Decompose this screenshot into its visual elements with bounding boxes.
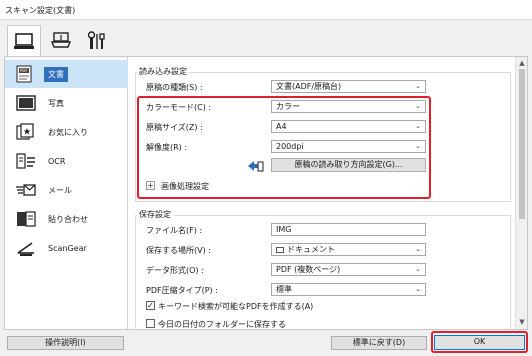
chevron-down-icon: ⌄	[415, 285, 421, 293]
color-mode-select[interactable]: カラー ⌄	[271, 100, 426, 113]
sidebar-item-stitch[interactable]: 貼り合わせ	[5, 205, 128, 233]
data-format-label: データ形式(O) :	[146, 266, 204, 275]
scan-from-computer-icon	[13, 32, 35, 52]
sidebar-item-label: 文書	[44, 66, 68, 82]
chevron-down-icon: ⌄	[415, 142, 421, 150]
orientation-icon	[246, 159, 264, 175]
sidebar-item-scangear[interactable]: ScanGear	[5, 234, 128, 262]
scan-options-title: 読み込み設定	[137, 66, 189, 77]
sidebar-item-label: 写真	[48, 98, 64, 108]
sidebar-item-label: メール	[48, 185, 72, 195]
instructions-button[interactable]: 操作説明(I)	[7, 336, 124, 350]
orientation-settings-button[interactable]: 原稿の読み取り方向設定(G)...	[271, 158, 426, 172]
scroll-up-icon[interactable]: ▲	[518, 59, 526, 67]
paper-size-select[interactable]: A4 ⌄	[271, 120, 426, 133]
top-tab-bar	[0, 20, 532, 57]
general-settings-tools-icon	[86, 30, 108, 51]
ok-button[interactable]: OK	[434, 335, 525, 350]
sidebar-item-label: お気に入り	[48, 127, 88, 137]
scroll-down-icon[interactable]: ▼	[518, 318, 526, 326]
filename-label: ファイル名(F) :	[146, 226, 203, 235]
chevron-down-icon: ⌄	[415, 245, 421, 253]
sidebar-item-document[interactable]: PDF 文書	[5, 60, 128, 88]
sidebar-item-photo[interactable]: 写真	[5, 89, 128, 117]
save-settings-title: 保存設定	[137, 209, 173, 220]
source-label: 原稿の種類(S) :	[146, 83, 203, 92]
keyword-search-checkbox[interactable]: ✓	[146, 301, 155, 310]
scangear-icon	[14, 238, 38, 258]
scan-from-panel-icon	[50, 31, 72, 51]
sidebar-item-label: 貼り合わせ	[48, 214, 88, 224]
resolution-label: 解像度(R) :	[146, 143, 188, 152]
sidebar: PDF 文書 写真 お気に入り OCR メール 貼り合わせ ScanGear	[5, 57, 128, 329]
tab-general-settings[interactable]	[80, 25, 114, 56]
tab-scan-from-panel[interactable]	[44, 25, 78, 56]
data-format-select[interactable]: PDF (複数ページ) ⌄	[271, 263, 426, 276]
save-in-select[interactable]: ドキュメント ⌄	[271, 243, 426, 256]
subfolder-checkbox[interactable]	[146, 319, 155, 328]
tab-scan-from-computer[interactable]	[7, 25, 41, 57]
pdf-compression-label: PDF圧縮タイプ(P) :	[146, 286, 218, 295]
color-mode-label: カラーモード(C) :	[146, 103, 212, 112]
favorites-icon	[14, 122, 38, 142]
sidebar-item-label: ScanGear	[48, 243, 87, 253]
scrollbar-thumb[interactable]	[519, 69, 525, 219]
photo-icon	[14, 93, 38, 113]
expand-image-processing-button[interactable]: +	[146, 181, 155, 190]
sidebar-item-ocr[interactable]: OCR	[5, 147, 128, 175]
save-in-label: 保存する場所(V) :	[146, 246, 211, 255]
resolution-select[interactable]: 200dpi ⌄	[271, 140, 426, 153]
subfolder-label: 今日の日付のフォルダーに保存する	[158, 320, 286, 329]
paper-size-label: 原稿サイズ(Z) :	[146, 123, 203, 132]
ocr-icon	[14, 151, 38, 171]
sidebar-item-favorites[interactable]: お気に入り	[5, 118, 128, 146]
sidebar-item-label: OCR	[48, 156, 66, 166]
stitch-icon	[14, 209, 38, 229]
sidebar-item-mail[interactable]: メール	[5, 176, 128, 204]
image-processing-label: 画像処理設定	[161, 182, 209, 191]
filename-input[interactable]: IMG	[271, 223, 426, 236]
defaults-button[interactable]: 標準に戻す(D)	[331, 336, 427, 350]
folder-icon	[276, 246, 284, 253]
chevron-down-icon: ⌄	[415, 122, 421, 130]
svg-text:PDF: PDF	[20, 68, 28, 73]
chevron-down-icon: ⌄	[415, 82, 421, 90]
pdf-compression-select[interactable]: 標準 ⌄	[271, 283, 426, 296]
document-icon: PDF	[14, 64, 38, 84]
chevron-down-icon: ⌄	[415, 265, 421, 273]
source-select[interactable]: 文書(ADF/原稿台) ⌄	[271, 80, 426, 93]
title-bar: スキャン設定(文書)	[0, 0, 532, 20]
vertical-scrollbar[interactable]: ▲ ▼	[515, 57, 527, 329]
window-title: スキャン設定(文書)	[5, 6, 76, 15]
mail-icon	[14, 180, 38, 200]
keyword-search-label: キーワード検索が可能なPDFを作成する(A)	[158, 302, 314, 311]
chevron-down-icon: ⌄	[415, 102, 421, 110]
